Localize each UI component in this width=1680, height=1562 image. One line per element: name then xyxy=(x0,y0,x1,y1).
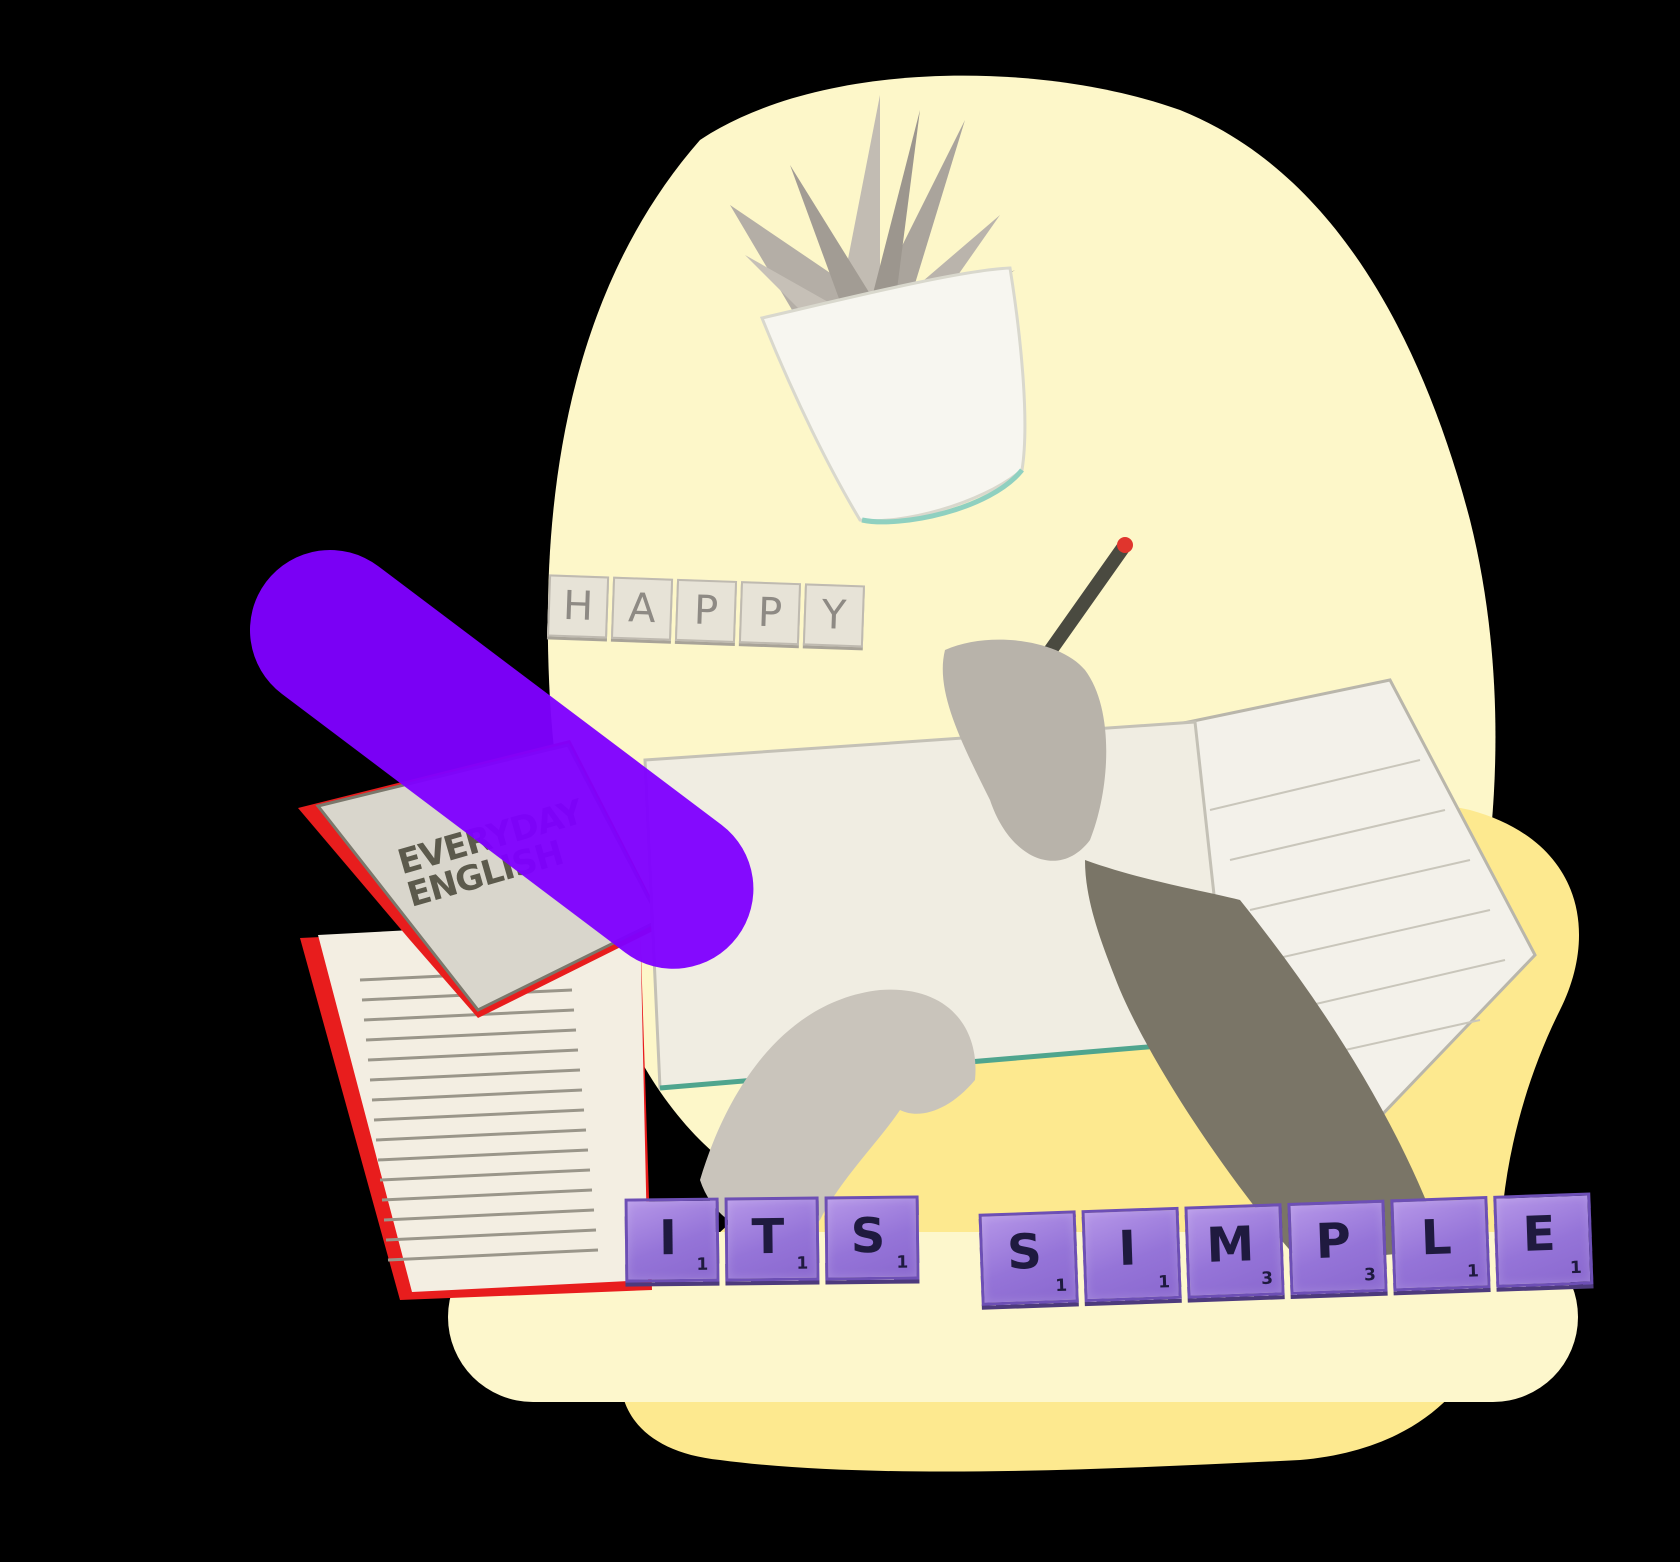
tile-score: 1 xyxy=(696,1254,709,1275)
collage-artwork xyxy=(298,75,1580,1472)
tile-letter: P xyxy=(1314,1212,1352,1271)
happy-tile: P xyxy=(674,578,738,643)
letter-tile: I 1 xyxy=(1081,1206,1182,1303)
letter-tile: M 3 xyxy=(1184,1203,1285,1299)
happy-tile: H xyxy=(547,574,610,639)
tile-score: 1 xyxy=(796,1253,809,1274)
letter-tile: P 3 xyxy=(1287,1199,1388,1295)
happy-tile: P xyxy=(738,581,802,646)
tile-score: 1 xyxy=(896,1252,909,1273)
its-tiles: I 1 T 1 S 1 xyxy=(624,1195,926,1283)
letter-tile: L 1 xyxy=(1390,1196,1491,1292)
collage-scene: H A P P Y EVERYDAY ENGLISH I 1 T 1 S 1 S… xyxy=(0,0,1680,1562)
tile-score: 1 xyxy=(1466,1261,1480,1282)
tile-score: 3 xyxy=(1363,1264,1377,1286)
tile-letter: M xyxy=(1205,1216,1256,1274)
tile-score: 3 xyxy=(1260,1268,1274,1289)
tile-letter: S xyxy=(1006,1223,1043,1281)
letter-tile: E 1 xyxy=(1493,1192,1594,1288)
happy-tile: A xyxy=(610,576,674,641)
letter-tile: S 1 xyxy=(978,1210,1079,1306)
letter-tile: S 1 xyxy=(824,1195,920,1281)
tile-letter: I xyxy=(1117,1220,1138,1277)
letter-tile: I 1 xyxy=(624,1197,720,1283)
tile-letter: L xyxy=(1419,1209,1453,1267)
tile-letter: E xyxy=(1521,1205,1557,1263)
happy-tiles: H A P P Y xyxy=(547,574,869,648)
happy-tile: Y xyxy=(802,583,865,648)
tile-score: 1 xyxy=(1054,1275,1068,1297)
tile-score: 1 xyxy=(1157,1272,1171,1293)
tile-score: 1 xyxy=(1569,1257,1583,1279)
letter-tile: T 1 xyxy=(724,1196,820,1282)
